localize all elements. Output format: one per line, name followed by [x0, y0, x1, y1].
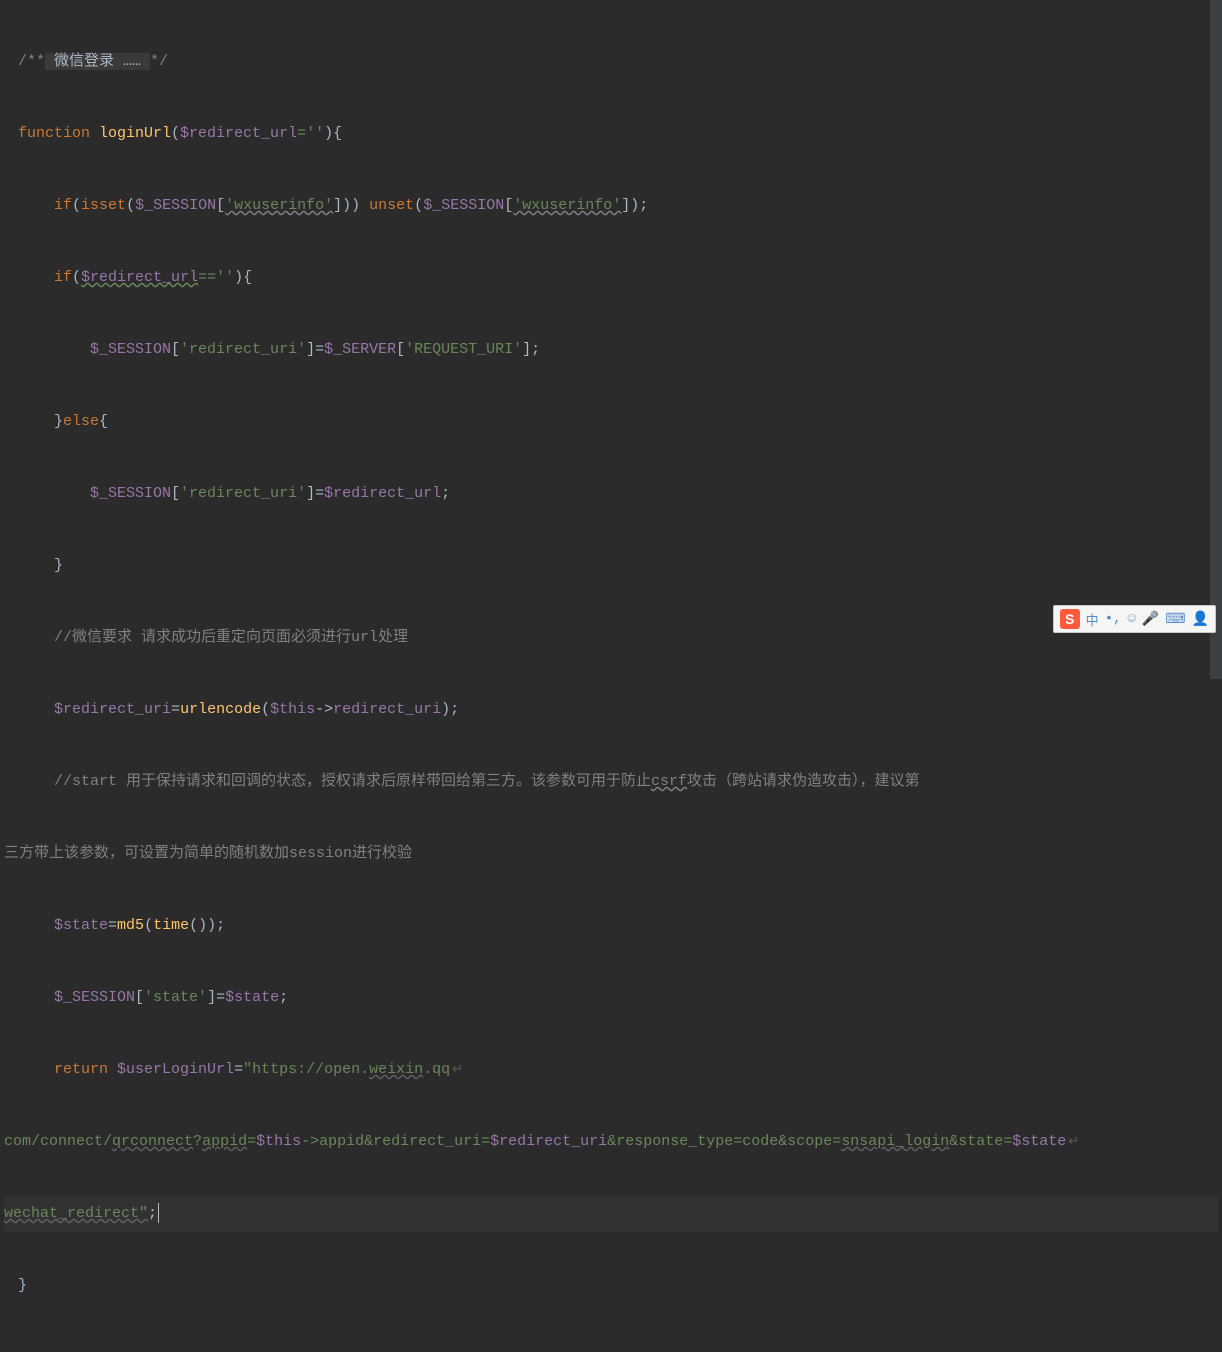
soft-wrap-icon: [450, 1061, 463, 1078]
comment-line: //微信要求 请求成功后重定向页面必须进行url处理: [54, 629, 408, 646]
param-var: $redirect_url: [180, 125, 297, 142]
ime-keyboard-icon[interactable]: ⌨: [1165, 611, 1185, 628]
soft-wrap-icon: [1066, 1133, 1079, 1150]
text-cursor: [158, 1203, 159, 1223]
ime-user-icon[interactable]: 👤: [1192, 611, 1209, 628]
ime-mode-label[interactable]: 中: [1086, 610, 1099, 629]
ime-mic-icon[interactable]: 🎤: [1142, 611, 1159, 628]
comment-text: /**: [18, 53, 45, 70]
function-name: loginUrl: [99, 125, 171, 142]
vertical-scrollbar[interactable]: [1210, 0, 1222, 679]
sogou-logo-icon[interactable]: S: [1060, 609, 1080, 629]
keyword-function: function: [18, 125, 99, 142]
ime-toolbar[interactable]: S 中 •, ☺ 🎤 ⌨ 👤: [1053, 605, 1216, 633]
ime-emoji-icon[interactable]: ☺: [1128, 611, 1136, 627]
comment-selected: 微信登录 ……: [45, 53, 150, 70]
ime-punct-icon[interactable]: •,: [1105, 611, 1122, 627]
code-editor[interactable]: /** 微信登录 …… */ function loginUrl($redire…: [0, 0, 1222, 1348]
